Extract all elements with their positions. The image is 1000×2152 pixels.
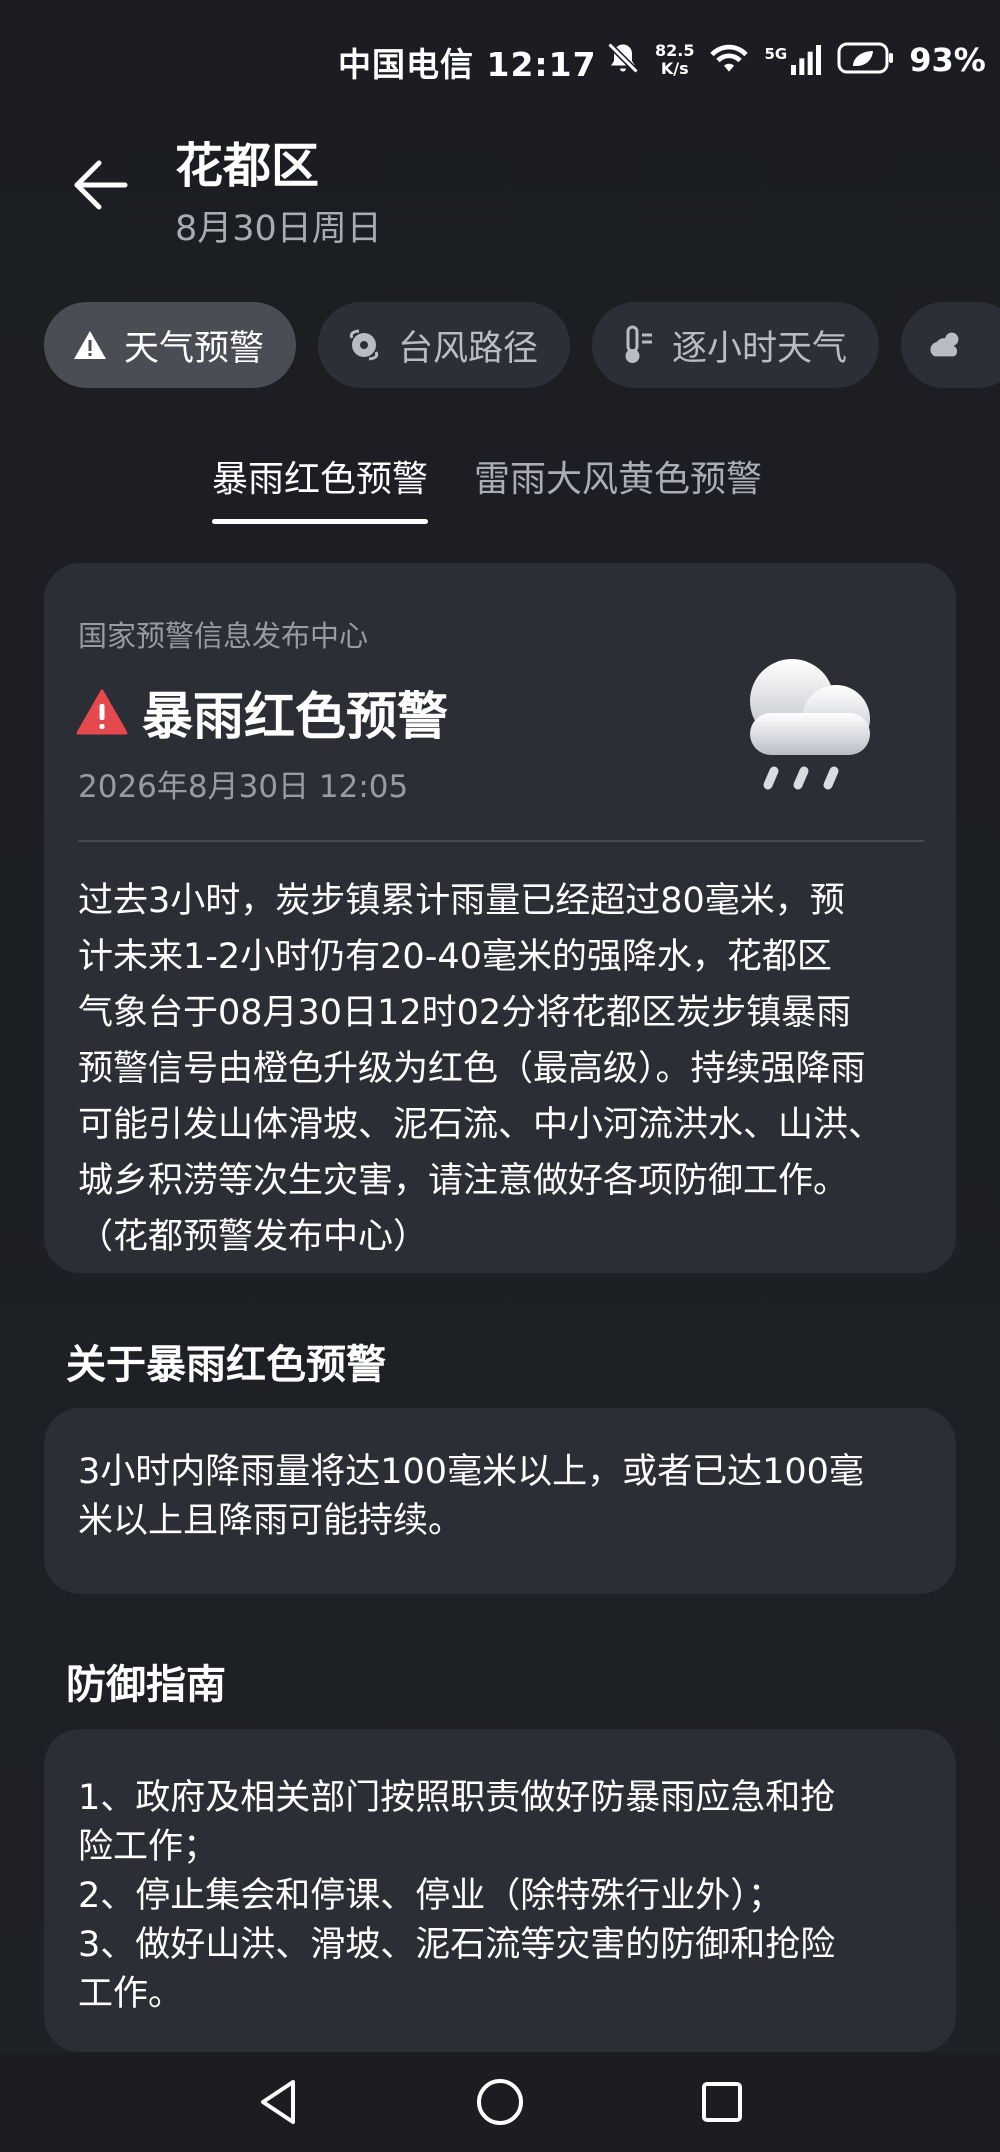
page-date: 8月30日周日	[175, 209, 382, 249]
warning-triangle-icon	[70, 325, 110, 365]
back-triangle-icon	[261, 2080, 295, 2124]
alert-tabs: 暴雨红色预警 雷雨大风黄色预警	[212, 450, 762, 524]
guide-line: 3、做好山洪、滑坡、泥石流等灾害的防御和抢险	[78, 1925, 836, 1965]
red-warning-icon	[76, 689, 128, 735]
signal-5g-icon: 5G	[764, 45, 823, 75]
battery-percent: 93%	[909, 41, 986, 79]
alert-body: 过去3小时，炭步镇累计雨量已经超过80毫米，预 计未来1-2小时仍有20-40毫…	[78, 873, 926, 1265]
thermometer-icon	[618, 325, 658, 365]
nav-back-button[interactable]	[246, 2070, 310, 2134]
page-title: 花都区	[175, 138, 320, 194]
about-line: 3小时内降雨量将达100毫米以上，或者已达100毫	[78, 1452, 864, 1492]
chip-more[interactable]	[901, 302, 1000, 388]
divider	[78, 840, 924, 842]
alert-body-line: 气象台于08月30日12时02分将花都区炭步镇暴雨	[78, 993, 852, 1033]
guide-line: 工作。	[78, 1974, 184, 2014]
chip-label: 台风路径	[398, 328, 539, 369]
chip-hourly-weather[interactable]: 逐小时天气	[592, 302, 880, 388]
partly-cloudy-icon	[927, 325, 967, 365]
alert-body-line: （花都预警发布中心）	[78, 1217, 429, 1257]
alert-time: 2026年8月30日 12:05	[78, 769, 409, 805]
back-arrow-icon	[74, 160, 128, 210]
alert-source: 国家预警信息发布中心	[78, 619, 369, 653]
back-button[interactable]	[60, 145, 140, 225]
feature-chips: 天气预警 台风路径 逐小时天气	[44, 302, 1000, 388]
mute-bell-icon	[605, 40, 641, 80]
rain-cloud-icon	[750, 659, 870, 790]
carrier-time: 中国电信 12:17	[338, 45, 597, 84]
alert-title: 暴雨红色预警	[142, 688, 449, 747]
nav-recent-button[interactable]	[690, 2070, 754, 2134]
chip-weather-alert[interactable]: 天气预警	[44, 302, 297, 388]
about-card: 3小时内降雨量将达100毫米以上，或者已达100毫 米以上且降雨可能持续。	[44, 1408, 956, 1594]
typhoon-icon	[344, 325, 384, 365]
guide-text: 1、政府及相关部门按照职责做好防暴雨应急和抢 险工作； 2、停止集会和停课、停业…	[78, 1774, 920, 2019]
alert-body-line: 可能引发山体滑坡、泥石流、中小河流洪水、山洪、	[78, 1105, 884, 1145]
chip-typhoon-path[interactable]: 台风路径	[318, 302, 571, 388]
wifi-icon	[708, 41, 750, 79]
net-speed: 82.5 K/s	[655, 42, 694, 78]
signal-label: 5G	[764, 45, 788, 63]
alert-title-row: 暴雨红色预警	[76, 675, 448, 749]
about-line: 米以上且降雨可能持续。	[78, 1501, 464, 1541]
guide-line: 2、停止集会和停课、停业（除特殊行业外）；	[78, 1876, 783, 1916]
about-text: 3小时内降雨量将达100毫米以上，或者已达100毫 米以上且降雨可能持续。	[78, 1448, 920, 1546]
chip-label: 天气预警	[124, 328, 265, 369]
weather-alert-screen: 中国电信 12:17 82.5 K/s 5G 93% 花都区 8月30日周日 天…	[0, 0, 1000, 2152]
chip-label: 逐小时天气	[672, 328, 848, 369]
alert-card: 国家预警信息发布中心 暴雨红色预警 2026年8月30日 12:05 过去3小时…	[44, 563, 956, 1273]
guide-line: 1、政府及相关部门按照职责做好防暴雨应急和抢	[78, 1778, 836, 1818]
status-bar: 中国电信 12:17 82.5 K/s 5G 93%	[0, 0, 1000, 120]
status-icons: 82.5 K/s 5G 93%	[605, 36, 986, 84]
alert-body-line: 城乡积涝等次生灾害，请注意做好各项防御工作。	[78, 1161, 849, 1201]
guide-section-title: 防御指南	[66, 1662, 226, 1708]
about-section-title: 关于暴雨红色预警	[66, 1342, 386, 1388]
tab-thunder-wind-yellow[interactable]: 雷雨大风黄色预警	[474, 450, 762, 524]
net-speed-unit: K/s	[660, 59, 689, 78]
guide-card: 1、政府及相关部门按照职责做好防暴雨应急和抢 险工作； 2、停止集会和停课、停业…	[44, 1729, 956, 2052]
home-circle-icon	[477, 2079, 523, 2125]
alert-body-line: 过去3小时，炭步镇累计雨量已经超过80毫米，预	[78, 881, 845, 921]
net-speed-value: 82.5	[655, 41, 695, 60]
tab-rainstorm-red[interactable]: 暴雨红色预警	[212, 450, 429, 524]
alert-body-line: 计未来1-2小时仍有20-40毫米的强降水，花都区	[78, 937, 832, 977]
battery-icon	[837, 42, 895, 78]
recent-square-icon	[702, 2082, 742, 2122]
guide-line: 险工作；	[78, 1827, 219, 1867]
nav-home-button[interactable]	[468, 2070, 532, 2134]
system-nav-bar	[0, 2052, 1000, 2152]
alert-body-line: 预警信号由橙色升级为红色（最高级）。持续强降雨	[78, 1049, 866, 1089]
